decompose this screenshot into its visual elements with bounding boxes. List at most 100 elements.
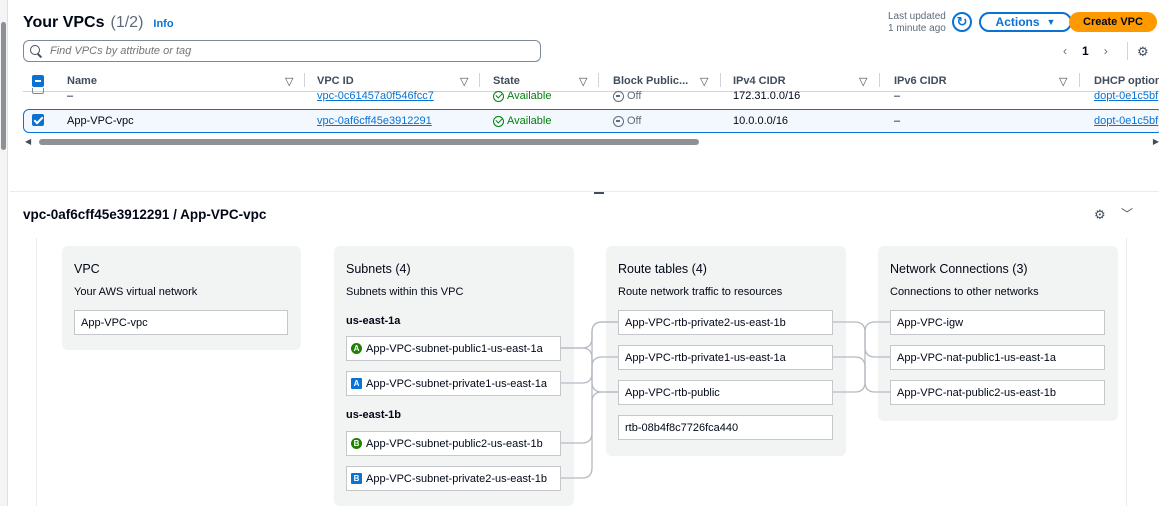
- state-text: Available: [507, 115, 552, 127]
- card-title: VPC: [74, 262, 100, 276]
- column-header-name[interactable]: Name: [67, 74, 97, 88]
- column-divider: [598, 73, 599, 87]
- column-divider: [720, 73, 721, 87]
- actions-button[interactable]: Actions ▼: [979, 12, 1072, 32]
- connection-node[interactable]: App-VPC-nat-public2-us-east-1b: [890, 380, 1105, 405]
- sort-icon[interactable]: ▽: [579, 74, 587, 88]
- column-label: State: [493, 75, 520, 87]
- state-text: Available: [507, 90, 552, 102]
- last-updated-time: 1 minute ago: [888, 23, 946, 34]
- sort-icon[interactable]: ▽: [1059, 74, 1067, 88]
- subnet-label: App-VPC-subnet-public2-us-east-1b: [366, 437, 543, 450]
- column-divider: [1079, 73, 1080, 87]
- column-header-vpc-id[interactable]: VPC ID: [317, 74, 354, 88]
- cell-name: App-VPC-vpc: [67, 115, 134, 127]
- vpc-id-link[interactable]: vpc-0af6cff45e3912291: [317, 115, 432, 127]
- table-row[interactable]: – vpc-0c61457a0f546fcc7 Available Off 17…: [23, 88, 1159, 106]
- collapse-chevron-icon[interactable]: ﹀: [1121, 205, 1133, 222]
- select-all-checkbox[interactable]: [32, 74, 44, 88]
- column-header-dhcp[interactable]: DHCP option: [1094, 74, 1159, 88]
- refresh-button[interactable]: ↻: [952, 12, 972, 32]
- card-title: Subnets (4): [346, 262, 411, 276]
- row-checkbox[interactable]: [32, 88, 44, 94]
- table-row-selected[interactable]: App-VPC-vpc vpc-0af6cff45e3912291 Availa…: [23, 109, 1159, 133]
- dhcp-link[interactable]: dopt-0e1c5bf: [1094, 90, 1158, 102]
- info-link[interactable]: Info: [153, 18, 173, 30]
- table-settings-gear-icon[interactable]: ⚙: [1137, 44, 1149, 60]
- network-connections-card: Network Connections (3) Connections to o…: [878, 246, 1118, 421]
- subnet-node[interactable]: B App-VPC-subnet-public2-us-east-1b: [346, 431, 561, 456]
- card-title: Route tables (4): [618, 262, 707, 276]
- connection-node[interactable]: App-VPC-igw: [890, 310, 1105, 335]
- subnet-node[interactable]: B App-VPC-subnet-private2-us-east-1b: [346, 466, 561, 491]
- column-header-ipv4[interactable]: IPv4 CIDR: [733, 74, 786, 88]
- page-number[interactable]: 1: [1082, 44, 1089, 58]
- column-header-ipv6[interactable]: IPv6 CIDR: [894, 74, 947, 88]
- horizontal-scrollbar[interactable]: ◀ ▶: [23, 137, 1159, 147]
- subnet-node[interactable]: A App-VPC-subnet-public1-us-east-1a: [346, 336, 561, 361]
- status-off-icon: [613, 90, 624, 102]
- panel-splitter[interactable]: [10, 192, 1159, 198]
- selection-count: (1/2): [110, 14, 144, 31]
- detail-settings-gear-icon[interactable]: ⚙: [1094, 207, 1106, 223]
- route-table-node[interactable]: App-VPC-rtb-private2-us-east-1b: [618, 310, 833, 335]
- cell-state: Available: [493, 115, 551, 127]
- subnet-label: App-VPC-subnet-public1-us-east-1a: [366, 342, 543, 355]
- actions-label: Actions: [995, 15, 1040, 29]
- subnet-label: App-VPC-subnet-private1-us-east-1a: [366, 377, 547, 390]
- sort-icon[interactable]: ▽: [700, 74, 708, 88]
- search-input[interactable]: [50, 45, 530, 57]
- prev-page-icon[interactable]: ‹: [1063, 44, 1067, 58]
- search-icon: [30, 44, 43, 58]
- public-subnet-icon: B: [351, 438, 362, 449]
- row-checkbox[interactable]: [32, 114, 44, 126]
- connection-node[interactable]: App-VPC-nat-public1-us-east-1a: [890, 345, 1105, 370]
- card-subtitle: Connections to other networks: [890, 286, 1039, 298]
- vpc-node[interactable]: App-VPC-vpc: [74, 310, 288, 335]
- caret-down-icon: ▼: [1046, 17, 1056, 27]
- route-table-node[interactable]: App-VPC-rtb-public: [618, 380, 833, 405]
- drag-handle-icon[interactable]: [594, 192, 604, 194]
- public-subnet-icon: A: [351, 343, 362, 354]
- horizontal-scrollbar-thumb[interactable]: [39, 139, 699, 145]
- sort-icon[interactable]: ▽: [460, 74, 468, 88]
- route-table-node[interactable]: App-VPC-rtb-private1-us-east-1a: [618, 345, 833, 370]
- column-header-block-public[interactable]: Block Public...: [613, 74, 688, 88]
- column-label: VPC ID: [317, 75, 354, 87]
- subnets-card: Subnets (4) Subnets within this VPC us-e…: [334, 246, 574, 506]
- scroll-left-icon[interactable]: ◀: [25, 137, 31, 146]
- next-page-icon[interactable]: ›: [1104, 44, 1108, 58]
- az-label: us-east-1a: [346, 315, 401, 327]
- column-label: DHCP option: [1094, 75, 1159, 87]
- sort-icon[interactable]: ▽: [285, 74, 293, 88]
- column-label: Name: [67, 75, 97, 87]
- cell-block-public: Off: [613, 90, 641, 102]
- route-table-node[interactable]: rtb-08b4f8c7726fca440: [618, 415, 833, 440]
- vpc-id-link[interactable]: vpc-0c61457a0f546fcc7: [317, 90, 434, 102]
- subnet-node[interactable]: A App-VPC-subnet-private1-us-east-1a: [346, 371, 561, 396]
- card-subtitle: Your AWS virtual network: [74, 286, 198, 298]
- panel-header: Your VPCs (1/2) Info: [23, 14, 174, 32]
- column-header-state[interactable]: State: [493, 74, 520, 88]
- create-vpc-button[interactable]: Create VPC: [1069, 12, 1157, 32]
- search-box[interactable]: [23, 40, 541, 62]
- status-ok-icon: [493, 115, 504, 127]
- checkbox-icon: [32, 88, 44, 94]
- dhcp-link[interactable]: dopt-0e1c5bf: [1094, 115, 1158, 127]
- card-subtitle: Subnets within this VPC: [346, 286, 464, 298]
- route-tables-card: Route tables (4) Route network traffic t…: [606, 246, 846, 456]
- detail-title: vpc-0af6cff45e3912291 / App-VPC-vpc: [23, 207, 267, 222]
- scroll-right-icon[interactable]: ▶: [1153, 137, 1159, 146]
- checkbox-icon: [32, 75, 44, 87]
- page-scrollbar[interactable]: [0, 0, 8, 506]
- sort-icon[interactable]: ▽: [859, 74, 867, 88]
- cell-ipv4: 172.31.0.0/16: [733, 90, 801, 102]
- page-scrollbar-thumb[interactable]: [1, 22, 6, 150]
- column-divider: [479, 73, 480, 87]
- status-off-icon: [613, 115, 624, 127]
- block-public-text: Off: [627, 115, 642, 127]
- cell-block-public: Off: [613, 115, 641, 127]
- cell-state: Available: [493, 90, 551, 102]
- column-label: IPv4 CIDR: [733, 75, 786, 87]
- pagination: ‹ 1 ›: [1063, 44, 1108, 58]
